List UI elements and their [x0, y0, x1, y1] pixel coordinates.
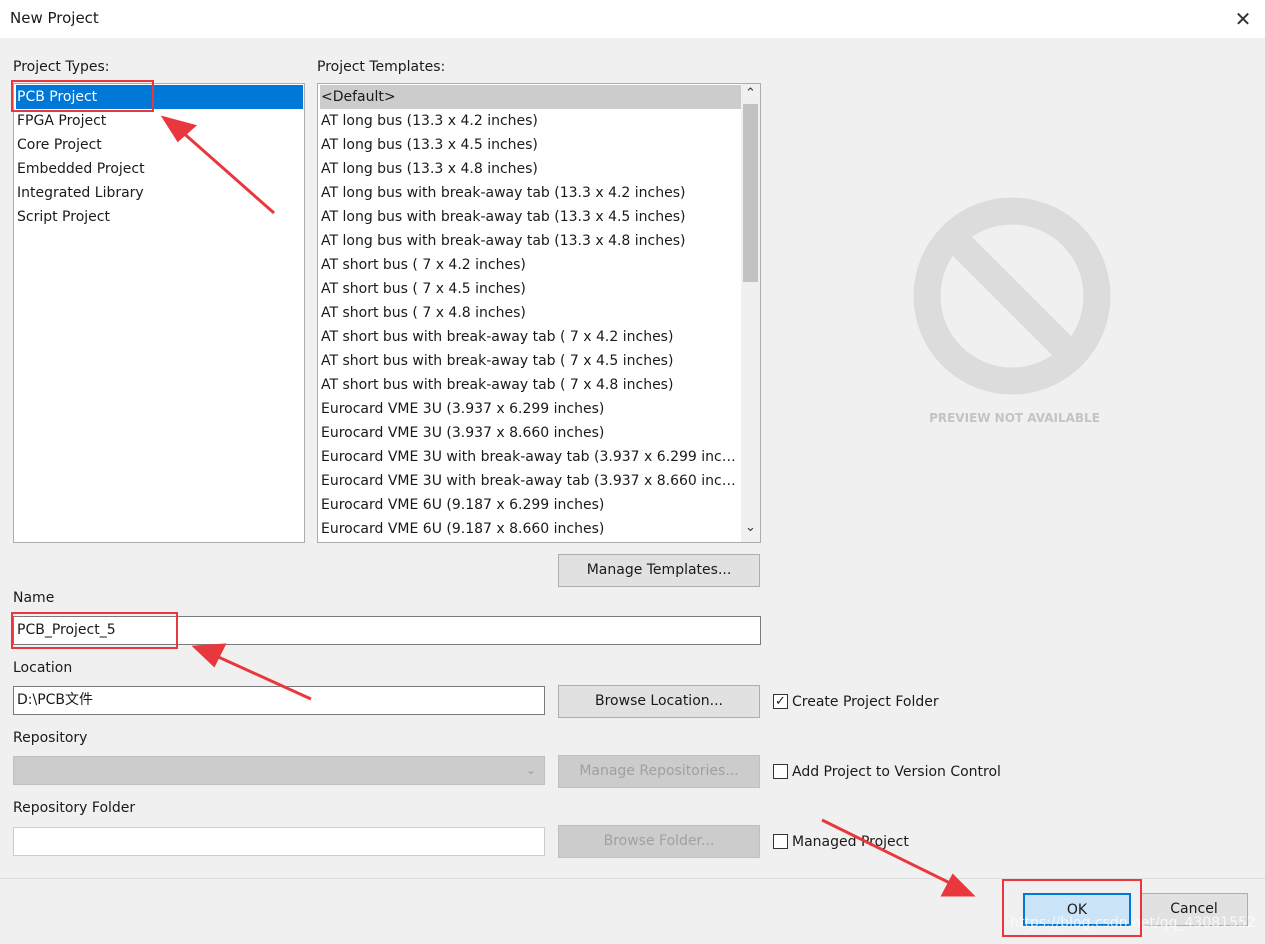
arrowhead-name	[191, 643, 227, 668]
annotation-arrows	[160, 115, 976, 897]
arrowhead-ok	[940, 873, 976, 897]
arrow-to-ok	[821, 818, 957, 888]
arrow-to-pcb-project	[179, 128, 275, 215]
arrow-to-name	[213, 653, 312, 701]
